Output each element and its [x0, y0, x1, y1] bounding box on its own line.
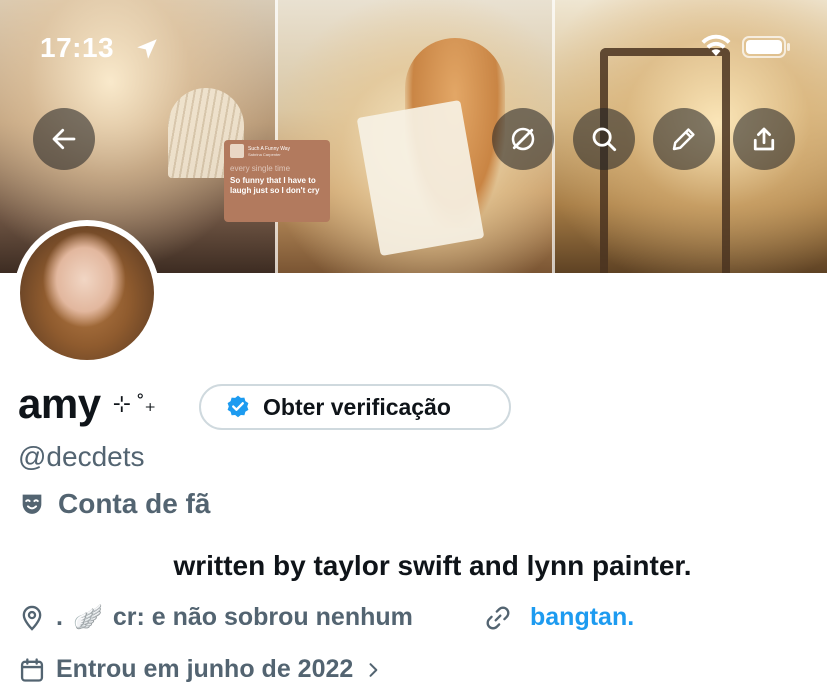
category-label: Conta de fã	[58, 488, 211, 519]
search-icon	[592, 127, 617, 152]
grok-icon	[511, 127, 535, 151]
avatar-image	[20, 226, 154, 360]
lyric-main-line: So funny that I have to laugh just so I …	[230, 176, 320, 195]
user-handle: @decdets	[18, 441, 145, 472]
location-row: . 🪽 cr: e não sobrou nenhum	[18, 603, 413, 632]
lyric-card: Such A Funny Way Sabrina Carpenter every…	[224, 140, 330, 222]
joined-row[interactable]: Entrou em junho de 2022	[18, 655, 383, 684]
display-name: amy	[18, 380, 101, 427]
wing-emoji: 🪽	[72, 604, 103, 631]
mask-icon	[22, 494, 42, 514]
pencil-icon	[672, 128, 695, 151]
location-text: cr: e não sobrou nenhum	[112, 603, 413, 631]
banner-divider	[275, 0, 278, 273]
location-services-icon	[137, 39, 157, 59]
location-pin-icon	[22, 605, 42, 631]
lyric-artist: Sabrina Carpenter	[248, 151, 281, 157]
album-thumbnail	[230, 144, 244, 158]
share-button[interactable]	[733, 108, 795, 170]
get-verified-label: Obter verificação	[263, 393, 451, 420]
lyric-faded-line: every single time	[230, 164, 291, 173]
profile-avatar[interactable]	[14, 220, 160, 366]
edit-button[interactable]	[653, 108, 715, 170]
name-row: amy ⊹ ˚₊	[18, 380, 156, 428]
verified-badge-icon	[227, 395, 249, 418]
website-link[interactable]: bangtan.	[530, 603, 634, 632]
battery-icon	[742, 36, 790, 58]
share-icon	[753, 127, 775, 151]
search-button[interactable]	[573, 108, 635, 170]
name-decoration: ⊹ ˚₊	[112, 391, 157, 416]
profile-category: Conta de fã	[18, 488, 210, 520]
get-verified-button[interactable]: Obter verificação	[199, 384, 511, 430]
profile-bio: written by taylor swift and lynn painter…	[173, 550, 692, 581]
arrow-left-icon	[52, 128, 76, 150]
link-icon	[486, 606, 510, 629]
joined-date: Entrou em junho de 2022	[56, 655, 354, 683]
location-prefix: .	[56, 603, 63, 631]
grok-button[interactable]	[492, 108, 554, 170]
back-button[interactable]	[33, 108, 95, 170]
status-time: 17:13	[40, 32, 115, 63]
chevron-right-icon	[369, 662, 378, 677]
wifi-icon	[701, 34, 731, 56]
calendar-icon	[20, 657, 44, 682]
website-row[interactable]: bangtan.	[484, 603, 634, 632]
